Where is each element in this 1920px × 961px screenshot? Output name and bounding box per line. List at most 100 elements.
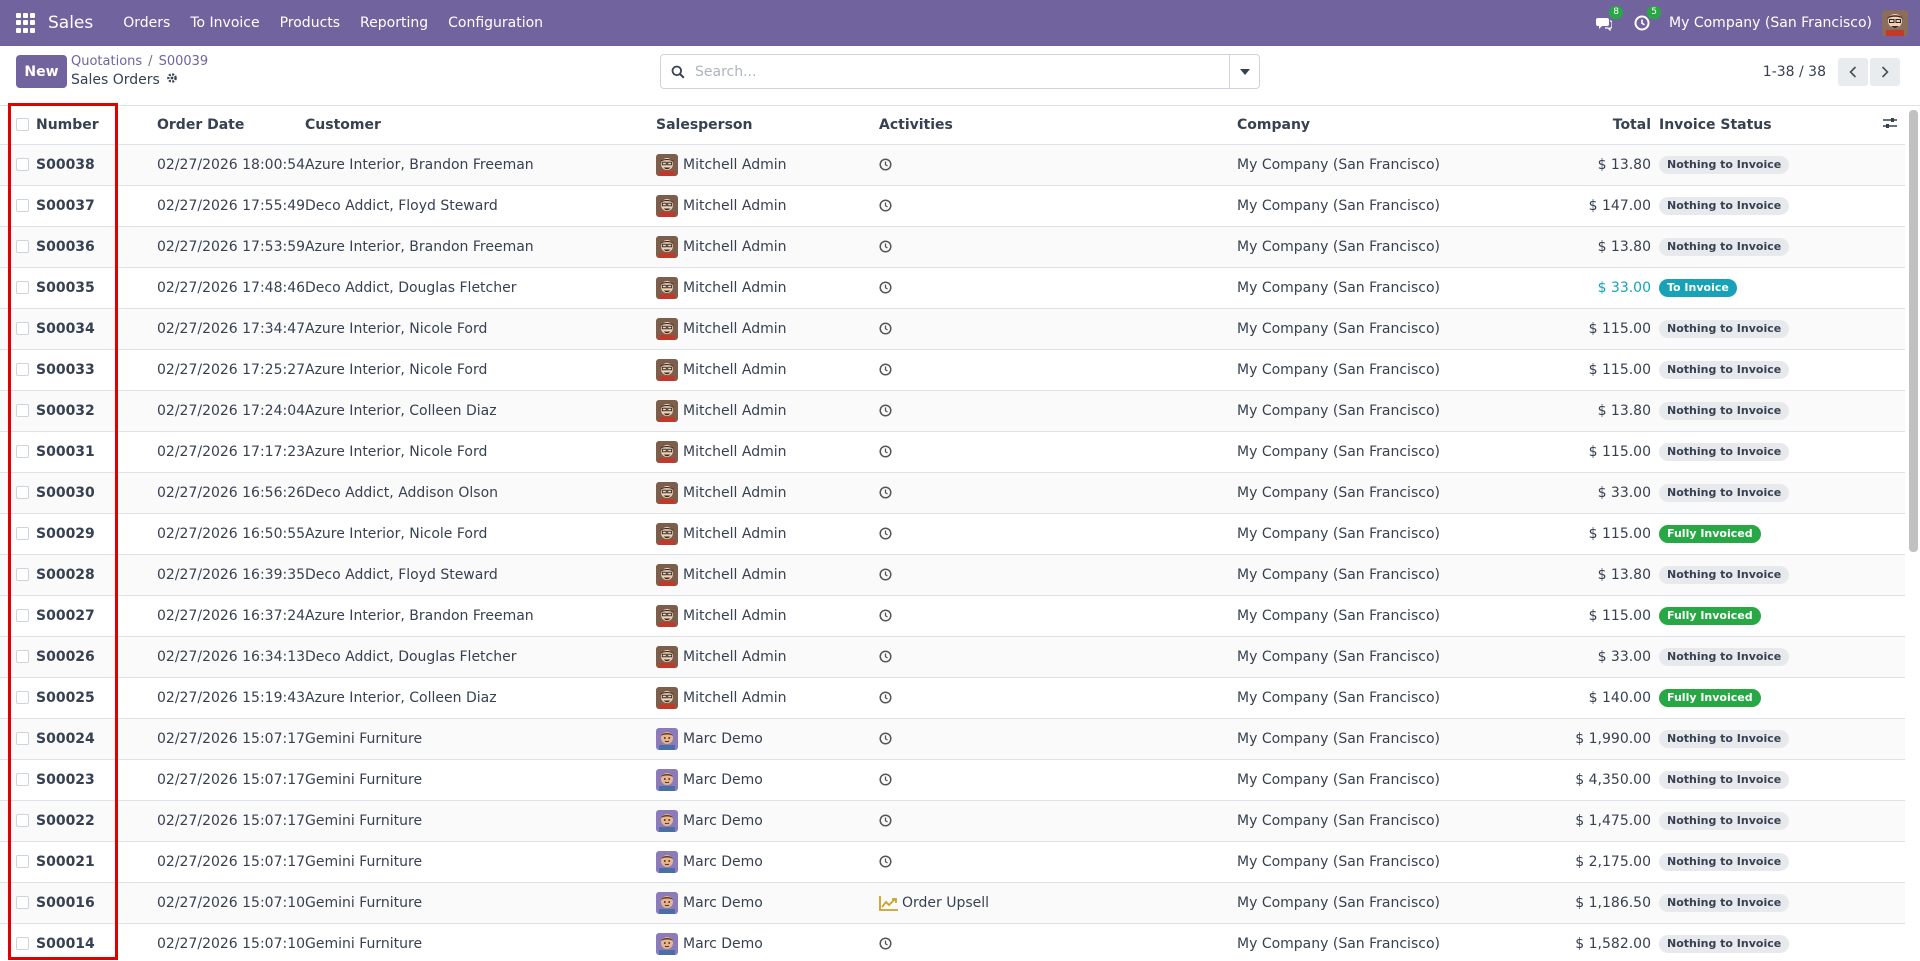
table-row[interactable]: S00028 02/27/2026 16:39:35 Deco Addict, … <box>0 554 1905 595</box>
column-activities[interactable]: Activities <box>879 106 1237 144</box>
user-avatar[interactable] <box>1882 10 1908 36</box>
row-checkbox[interactable] <box>16 691 29 704</box>
list-scrollbar-thumb[interactable] <box>1909 110 1918 552</box>
pager-value[interactable]: 1-38 / 38 <box>1763 64 1826 80</box>
breadcrumb-s00039[interactable]: S00039 <box>159 54 209 69</box>
row-checkbox[interactable] <box>16 814 29 827</box>
activity-widget[interactable] <box>879 158 1237 171</box>
company-name: My Company (San Francisco) <box>1237 238 1440 255</box>
activities-clock-icon[interactable]: 5 <box>1631 6 1662 34</box>
menu-to-invoice[interactable]: To Invoice <box>180 15 269 31</box>
row-checkbox[interactable] <box>16 404 29 417</box>
pager-previous-button[interactable] <box>1838 57 1868 86</box>
activity-widget[interactable] <box>879 937 1237 950</box>
table-row[interactable]: S00029 02/27/2026 16:50:55 Azure Interio… <box>0 513 1905 554</box>
menu-reporting[interactable]: Reporting <box>350 15 438 31</box>
optional-columns-toggle[interactable] <box>1883 106 1905 144</box>
activity-widget[interactable] <box>879 404 1237 417</box>
column-invoice-status[interactable]: Invoice Status <box>1659 106 1883 144</box>
activity-widget[interactable] <box>879 568 1237 581</box>
activity-widget[interactable]: Order Upsell <box>879 895 1237 911</box>
activity-widget[interactable] <box>879 363 1237 376</box>
order-number: S00028 <box>36 566 95 583</box>
company-name: My Company (San Francisco) <box>1237 156 1440 173</box>
table-row[interactable]: S00024 02/27/2026 15:07:17 Gemini Furnit… <box>0 718 1905 759</box>
table-row[interactable]: S00014 02/27/2026 15:07:10 Gemini Furnit… <box>0 923 1905 961</box>
apps-menu-icon[interactable] <box>16 13 36 33</box>
activity-widget[interactable] <box>879 445 1237 458</box>
activity-widget[interactable] <box>879 240 1237 253</box>
table-row[interactable]: S00030 02/27/2026 16:56:26 Deco Addict, … <box>0 472 1905 513</box>
row-checkbox[interactable] <box>16 732 29 745</box>
row-checkbox[interactable] <box>16 773 29 786</box>
column-customer[interactable]: Customer <box>305 106 656 144</box>
select-all-checkbox[interactable] <box>16 118 29 132</box>
table-row[interactable]: S00034 02/27/2026 17:34:47 Azure Interio… <box>0 308 1905 349</box>
salesperson-name: Mitchell Admin <box>683 689 787 706</box>
menu-products[interactable]: Products <box>270 15 350 31</box>
invoice-status-badge: Nothing to Invoice <box>1659 647 1790 666</box>
table-row[interactable]: S00037 02/27/2026 17:55:49 Deco Addict, … <box>0 185 1905 226</box>
activity-widget[interactable] <box>879 486 1237 499</box>
row-checkbox[interactable] <box>16 609 29 622</box>
search-input[interactable] <box>695 55 1229 88</box>
salesperson: Mitchell Admin <box>656 645 879 668</box>
table-row[interactable]: S00023 02/27/2026 15:07:17 Gemini Furnit… <box>0 759 1905 800</box>
column-total[interactable]: Total <box>1477 106 1651 144</box>
activity-widget[interactable] <box>879 609 1237 622</box>
table-row[interactable]: S00031 02/27/2026 17:17:23 Azure Interio… <box>0 431 1905 472</box>
row-checkbox[interactable] <box>16 240 29 253</box>
table-row[interactable]: S00016 02/27/2026 15:07:10 Gemini Furnit… <box>0 882 1905 923</box>
menu-orders[interactable]: Orders <box>113 15 180 31</box>
activity-widget[interactable] <box>879 281 1237 294</box>
table-row[interactable]: S00025 02/27/2026 15:19:43 Azure Interio… <box>0 677 1905 718</box>
app-brand[interactable]: Sales <box>48 13 93 33</box>
salesperson: Mitchell Admin <box>656 686 879 709</box>
activity-widget[interactable] <box>879 773 1237 786</box>
table-row[interactable]: S00022 02/27/2026 15:07:17 Gemini Furnit… <box>0 800 1905 841</box>
order-date: 02/27/2026 17:25:27 <box>157 361 305 378</box>
row-checkbox[interactable] <box>16 527 29 540</box>
row-checkbox[interactable] <box>16 199 29 212</box>
activity-widget[interactable] <box>879 322 1237 335</box>
activity-widget[interactable] <box>879 732 1237 745</box>
column-number[interactable]: Number <box>36 106 157 144</box>
activity-widget[interactable] <box>879 650 1237 663</box>
activity-widget[interactable] <box>879 199 1237 212</box>
row-checkbox[interactable] <box>16 896 29 909</box>
row-checkbox[interactable] <box>16 445 29 458</box>
new-button[interactable]: New <box>16 55 67 88</box>
row-checkbox[interactable] <box>16 158 29 171</box>
row-checkbox[interactable] <box>16 281 29 294</box>
row-checkbox[interactable] <box>16 363 29 376</box>
row-checkbox[interactable] <box>16 650 29 663</box>
messages-icon[interactable]: 8 <box>1593 6 1624 34</box>
activity-widget[interactable] <box>879 527 1237 540</box>
company-switcher[interactable]: My Company (San Francisco) <box>1669 15 1872 31</box>
column-company[interactable]: Company <box>1237 106 1477 144</box>
row-checkbox[interactable] <box>16 322 29 335</box>
activity-widget[interactable] <box>879 814 1237 827</box>
table-row[interactable]: S00027 02/27/2026 16:37:24 Azure Interio… <box>0 595 1905 636</box>
activity-widget[interactable] <box>879 691 1237 704</box>
table-row[interactable]: S00026 02/27/2026 16:34:13 Deco Addict, … <box>0 636 1905 677</box>
order-date: 02/27/2026 17:55:49 <box>157 197 305 214</box>
row-checkbox[interactable] <box>16 568 29 581</box>
table-row[interactable]: S00021 02/27/2026 15:07:17 Gemini Furnit… <box>0 841 1905 882</box>
column-salesperson[interactable]: Salesperson <box>656 106 879 144</box>
pager-next-button[interactable] <box>1870 57 1900 86</box>
breadcrumb-quotations[interactable]: Quotations <box>71 54 142 69</box>
search-options-toggle[interactable] <box>1229 55 1259 88</box>
column-order-date[interactable]: Order Date <box>157 106 305 144</box>
row-checkbox[interactable] <box>16 855 29 868</box>
table-row[interactable]: S00035 02/27/2026 17:48:46 Deco Addict, … <box>0 267 1905 308</box>
row-checkbox[interactable] <box>16 486 29 499</box>
menu-configuration[interactable]: Configuration <box>438 15 553 31</box>
table-row[interactable]: S00038 02/27/2026 18:00:54 Azure Interio… <box>0 144 1905 185</box>
table-row[interactable]: S00033 02/27/2026 17:25:27 Azure Interio… <box>0 349 1905 390</box>
activity-widget[interactable] <box>879 855 1237 868</box>
table-row[interactable]: S00032 02/27/2026 17:24:04 Azure Interio… <box>0 390 1905 431</box>
row-checkbox[interactable] <box>16 937 29 950</box>
table-row[interactable]: S00036 02/27/2026 17:53:59 Azure Interio… <box>0 226 1905 267</box>
gear-icon[interactable] <box>166 72 178 88</box>
